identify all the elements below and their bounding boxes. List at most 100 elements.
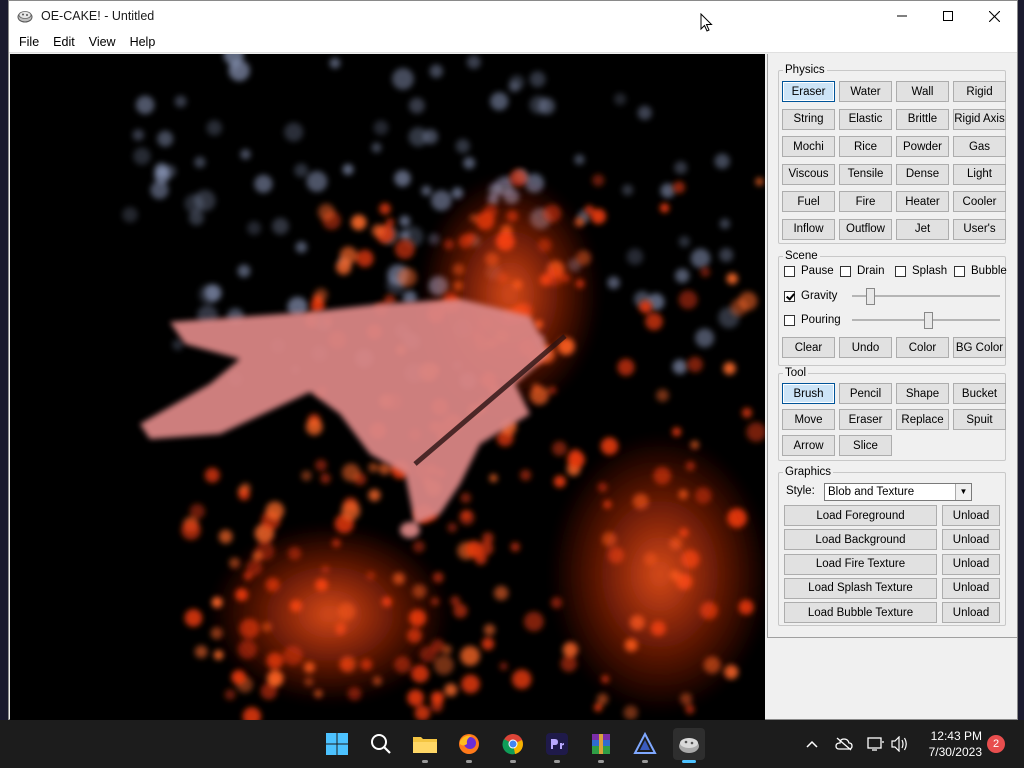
simulation-canvas[interactable]	[10, 54, 765, 721]
menu-view[interactable]: View	[82, 31, 123, 53]
physics-dense-button[interactable]: Dense	[896, 163, 949, 185]
physics-wall-button[interactable]: Wall	[896, 81, 949, 102]
taskbar-file-explorer[interactable]	[409, 728, 441, 763]
physics-outflow-button[interactable]: Outflow	[839, 218, 892, 240]
water-particle	[184, 194, 204, 214]
physics-eraser-button[interactable]: Eraser	[782, 81, 835, 102]
water-particle	[463, 157, 476, 169]
title-bar[interactable]: OE-CAKE! - Untitled	[9, 1, 1017, 31]
tool-move-button[interactable]: Move	[782, 409, 835, 430]
drain-checkbox[interactable]: Drain	[840, 265, 884, 277]
physics-jet-button[interactable]: Jet	[896, 218, 949, 240]
tool-shape-button[interactable]: Shape	[896, 383, 949, 404]
tool-arrow-button[interactable]: Arrow	[782, 435, 835, 456]
style-select[interactable]: Blob and Texture ▼	[824, 483, 972, 501]
gravity-slider[interactable]	[852, 288, 1000, 305]
physics-fire-button[interactable]: Fire	[839, 191, 892, 212]
taskbar-winrar[interactable]	[585, 728, 617, 763]
tool-spuit-button[interactable]: Spuit	[953, 409, 1006, 430]
fire-particle	[617, 358, 635, 376]
bg-color-button[interactable]: BG Color	[953, 337, 1006, 358]
water-particle	[399, 215, 411, 227]
physics-viscous-button[interactable]: Viscous	[782, 163, 835, 185]
gravity-slider-thumb[interactable]	[865, 288, 875, 305]
taskbar-oe-cake[interactable]	[673, 728, 705, 763]
physics-tensile-button[interactable]: Tensile	[839, 163, 892, 185]
start-button[interactable]	[321, 728, 353, 760]
fire-particle	[407, 689, 424, 707]
color-button[interactable]: Color	[896, 337, 949, 358]
physics-brittle-button[interactable]: Brittle	[896, 108, 949, 130]
physics-fuel-button[interactable]: Fuel	[782, 191, 835, 212]
physics-rigid-axis-button[interactable]: Rigid Axis	[953, 108, 1006, 130]
mouse-cursor-icon	[700, 13, 713, 32]
menu-file[interactable]: File	[12, 31, 46, 53]
tool-brush-button[interactable]: Brush	[782, 383, 835, 404]
pouring-slider[interactable]	[852, 312, 1000, 329]
fire-particle	[368, 489, 381, 502]
physics-light-button[interactable]: Light	[953, 163, 1006, 185]
load-fire-texture-button[interactable]: Load Fire Texture	[784, 553, 937, 575]
maximize-button[interactable]	[925, 1, 971, 31]
unload-bubble-texture-button[interactable]: Unload	[942, 602, 1000, 624]
unload-splash-texture-button[interactable]: Unload	[942, 577, 1000, 599]
tool-bucket-button[interactable]: Bucket	[953, 383, 1006, 404]
taskbar-app-triangle[interactable]	[629, 728, 661, 763]
physics-elastic-button[interactable]: Elastic	[839, 108, 892, 130]
show-hidden-icons-button[interactable]	[802, 734, 822, 754]
splash-checkbox[interactable]: Splash	[895, 265, 947, 277]
network-button[interactable]	[866, 734, 886, 754]
physics-cooler-button[interactable]: Cooler	[953, 191, 1006, 212]
gravity-checkbox[interactable]: Gravity	[784, 290, 837, 302]
physics-water-button[interactable]: Water	[839, 81, 892, 102]
chevron-down-icon[interactable]: ▼	[955, 484, 971, 500]
physics-rigid-button[interactable]: Rigid	[953, 81, 1006, 102]
pause-checkbox[interactable]: Pause	[784, 265, 834, 277]
physics-rice-button[interactable]: Rice	[839, 136, 892, 157]
water-particle	[150, 180, 169, 200]
bubble-checkbox[interactable]: Bubble	[954, 265, 1007, 277]
pouring-checkbox[interactable]: Pouring	[784, 314, 841, 326]
unload-foreground-button[interactable]: Unload	[942, 505, 1000, 526]
physics-inflow-button[interactable]: Inflow	[782, 218, 835, 240]
water-particle	[408, 127, 428, 147]
fire-particle	[394, 239, 415, 260]
cloud-tray-icon-button[interactable]	[834, 734, 854, 754]
undo-button[interactable]: Undo	[839, 337, 892, 358]
menu-help[interactable]: Help	[123, 31, 163, 53]
pouring-slider-thumb[interactable]	[924, 312, 934, 329]
close-button[interactable]	[971, 1, 1017, 31]
physics-heater-button[interactable]: Heater	[896, 191, 949, 212]
menu-edit[interactable]: Edit	[46, 31, 82, 53]
notification-badge[interactable]: 2	[987, 735, 1005, 753]
physics-mochi-button[interactable]: Mochi	[782, 136, 835, 157]
water-particle	[672, 359, 688, 375]
active-indicator	[682, 760, 696, 763]
tool-eraser-button[interactable]: Eraser	[839, 409, 892, 430]
taskbar-firefox[interactable]	[453, 728, 485, 763]
tool-pencil-button[interactable]: Pencil	[839, 383, 892, 404]
water-particle	[714, 153, 730, 169]
tool-slice-button[interactable]: Slice	[839, 435, 892, 456]
fire-particle	[314, 288, 328, 302]
tool-replace-button[interactable]: Replace	[896, 409, 949, 430]
clear-button[interactable]: Clear	[782, 337, 835, 358]
load-foreground-button[interactable]: Load Foreground	[784, 505, 937, 526]
volume-button[interactable]	[890, 734, 910, 754]
physics-string-button[interactable]: String	[782, 108, 835, 130]
clock[interactable]: 12:43 PM 7/30/2023	[929, 728, 982, 760]
physics-powder-button[interactable]: Powder	[896, 136, 949, 157]
unload-fire-texture-button[interactable]: Unload	[942, 553, 1000, 575]
load-bubble-texture-button[interactable]: Load Bubble Texture	[784, 602, 937, 624]
firefox-icon	[459, 734, 479, 754]
physics-gas-button[interactable]: Gas	[953, 136, 1006, 157]
physics-user-s-button[interactable]: User's	[953, 218, 1006, 240]
taskbar-premiere[interactable]	[541, 728, 573, 763]
taskbar-chrome[interactable]	[497, 728, 529, 763]
search-button[interactable]	[365, 728, 397, 760]
load-background-button[interactable]: Load Background	[784, 529, 937, 551]
minimize-button[interactable]	[879, 1, 925, 31]
load-splash-texture-button[interactable]: Load Splash Texture	[784, 577, 937, 599]
window-title: OE-CAKE! - Untitled	[41, 9, 155, 23]
unload-background-button[interactable]: Unload	[942, 529, 1000, 551]
